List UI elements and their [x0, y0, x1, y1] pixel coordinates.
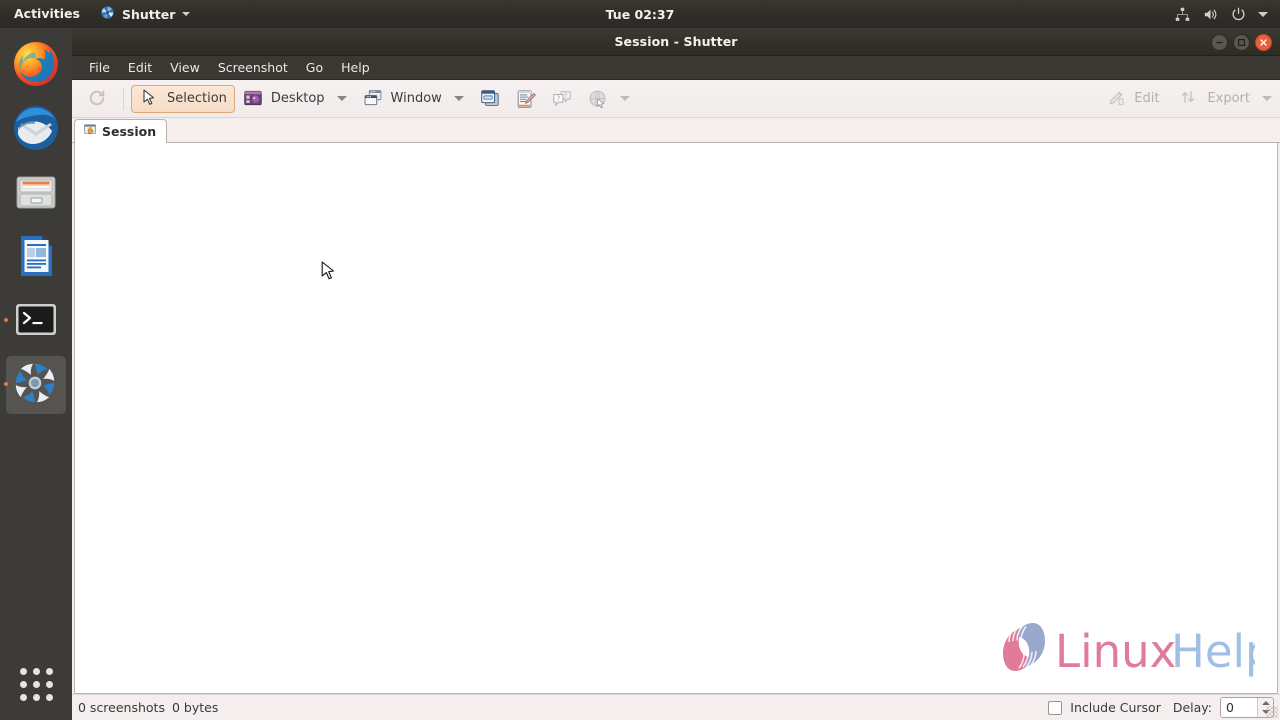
- window-icon: [363, 88, 385, 110]
- export-button[interactable]: Export: [1171, 85, 1258, 113]
- resize-grip[interactable]: [1266, 706, 1278, 718]
- toolbar: Selection Desktop Window ? ? Edit Export: [72, 80, 1280, 118]
- edit-label: Edit: [1134, 91, 1160, 106]
- svg-text:?: ?: [563, 91, 567, 99]
- menu-screenshot[interactable]: Screenshot: [209, 56, 297, 80]
- selection-capture-button[interactable]: Selection: [131, 84, 235, 113]
- export-label: Export: [1207, 91, 1250, 106]
- activities-button[interactable]: Activities: [0, 0, 92, 28]
- window-label: Window: [390, 91, 442, 106]
- shutter-icon: [100, 5, 115, 23]
- tooltip-bubbles-icon: ? ?: [551, 88, 573, 110]
- menu-help[interactable]: Help: [332, 56, 379, 80]
- statusbar-left: 0 screenshots 0 bytes: [76, 700, 218, 715]
- menu-capture-icon: [479, 88, 501, 110]
- session-icon: [83, 123, 97, 140]
- dock-item-firefox[interactable]: [0, 32, 72, 96]
- statusbar-right: Include Cursor Delay: 0: [1048, 697, 1274, 718]
- running-indicator: [4, 382, 8, 386]
- dock-launcher: [0, 28, 72, 720]
- desktop-dropdown-arrow-icon[interactable]: [336, 96, 347, 101]
- menu-edit[interactable]: Edit: [119, 56, 161, 80]
- minimize-button[interactable]: [1211, 33, 1228, 51]
- close-button[interactable]: [1255, 33, 1272, 51]
- menu-capture-button[interactable]: [472, 85, 508, 113]
- gnome-top-bar: Activities Shutter Tue 02:37: [0, 0, 1280, 28]
- dock-item-shutter[interactable]: [0, 352, 72, 416]
- statusbar: 0 screenshots 0 bytes Include Cursor Del…: [72, 694, 1280, 720]
- maximize-button[interactable]: [1233, 33, 1250, 51]
- dock-item-files[interactable]: [0, 160, 72, 224]
- globe-icon: [587, 88, 609, 110]
- window-title: Session - Shutter: [614, 34, 738, 49]
- volume-icon[interactable]: [1202, 6, 1219, 23]
- selection-label: Selection: [167, 91, 227, 106]
- redo-screenshot-button[interactable]: [80, 85, 116, 113]
- network-icon[interactable]: [1174, 6, 1191, 23]
- desktop-icon: [243, 88, 265, 110]
- total-size: 0 bytes: [171, 700, 219, 715]
- web-capture-button[interactable]: [580, 85, 616, 113]
- window-controls: [1211, 28, 1272, 56]
- files-cabinet-icon: [12, 168, 60, 216]
- tab-session[interactable]: Session: [74, 119, 168, 143]
- shutter-app-icon: [12, 360, 60, 408]
- delay-label: Delay:: [1172, 700, 1212, 715]
- include-cursor-checkbox[interactable]: [1048, 700, 1063, 715]
- apps-grid-icon: [19, 667, 53, 701]
- firefox-icon: [12, 40, 60, 88]
- dock-item-libreoffice-writer[interactable]: [0, 224, 72, 288]
- app-menu-label: Shutter: [121, 6, 176, 22]
- desktop-label: Desktop: [270, 91, 325, 106]
- export-dropdown-arrow-icon[interactable]: [1262, 96, 1272, 101]
- system-menu-caret-icon[interactable]: [1258, 11, 1268, 17]
- linuxhelp-watermark: Linux Help: [993, 615, 1274, 681]
- app-menu-button[interactable]: Shutter: [92, 0, 198, 28]
- power-icon[interactable]: [1230, 6, 1247, 23]
- toolbar-right-group: Edit Export: [1098, 85, 1272, 113]
- tooltip-bubbles-button[interactable]: ? ?: [544, 85, 580, 113]
- selection-cursor-icon: [139, 88, 161, 110]
- session-canvas[interactable]: Linux Help: [74, 143, 1278, 694]
- content-area: Linux Help: [72, 143, 1280, 694]
- include-cursor-label: Include Cursor: [1070, 700, 1161, 715]
- edit-icon: [1106, 88, 1128, 110]
- dock-item-thunderbird[interactable]: [0, 96, 72, 160]
- shutter-window: Session - Shutter File Edit View Screens…: [72, 28, 1280, 720]
- screenshot-count: 0 screenshots: [78, 700, 165, 715]
- export-icon: [1179, 88, 1201, 110]
- refresh-icon: [87, 88, 109, 110]
- svg-text:Linux: Linux: [1055, 625, 1176, 678]
- tooltip-capture-icon: [515, 88, 537, 110]
- system-indicators: [1174, 0, 1274, 28]
- dock-item-terminal[interactable]: [0, 288, 72, 352]
- svg-text:Help: Help: [1171, 625, 1255, 678]
- tooltip-capture-button[interactable]: [508, 85, 544, 113]
- delay-value[interactable]: 0: [1221, 698, 1257, 717]
- mouse-cursor-icon: [321, 261, 337, 283]
- toolbar-separator: [123, 87, 124, 110]
- desktop-capture-button[interactable]: Desktop: [235, 85, 333, 113]
- edit-button[interactable]: Edit: [1098, 85, 1167, 113]
- web-dropdown-arrow-icon[interactable]: [619, 96, 630, 101]
- show-applications-button[interactable]: [0, 656, 72, 712]
- thunderbird-icon: [12, 104, 60, 152]
- menubar: File Edit View Screenshot Go Help: [72, 56, 1280, 80]
- svg-text:?: ?: [556, 93, 560, 102]
- terminal-icon: [12, 296, 60, 344]
- tabstrip: Session: [72, 118, 1280, 143]
- tab-session-label: Session: [102, 124, 157, 139]
- menu-go[interactable]: Go: [297, 56, 332, 80]
- stepper-up-icon[interactable]: [1261, 700, 1270, 705]
- libreoffice-writer-icon: [12, 232, 60, 280]
- running-indicator: [4, 318, 8, 322]
- screen: Activities Shutter Tue 02:37 Session - S…: [0, 0, 1280, 720]
- window-dropdown-arrow-icon[interactable]: [453, 96, 464, 101]
- window-titlebar: Session - Shutter: [72, 28, 1280, 56]
- window-capture-button[interactable]: Window: [355, 85, 450, 113]
- chevron-down-icon: [182, 12, 191, 16]
- menu-view[interactable]: View: [161, 56, 209, 80]
- menu-file[interactable]: File: [80, 56, 119, 80]
